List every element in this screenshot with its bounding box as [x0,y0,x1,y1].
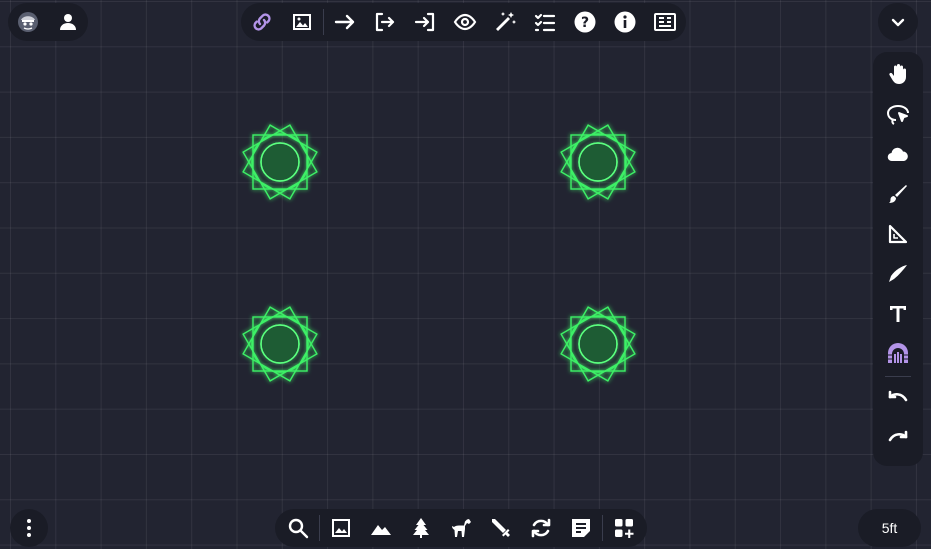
image-icon[interactable] [282,3,322,41]
chevron-down-icon[interactable] [878,2,918,42]
terrain-icon[interactable] [361,509,401,547]
divider [319,515,320,541]
brush-icon[interactable] [873,174,923,214]
search-icon[interactable] [278,509,318,547]
arrow-right-icon[interactable] [325,3,365,41]
settings-menu [10,509,48,547]
wall-door-icon[interactable] [873,334,923,374]
grid-scale-label: 5ft [881,520,898,536]
magic-wand-icon[interactable] [485,3,525,41]
divider [323,9,324,35]
redo-icon[interactable] [873,419,923,459]
text-icon[interactable] [873,294,923,334]
add-widget-icon[interactable] [604,509,644,547]
token-1[interactable] [243,125,317,199]
fog-cloud-icon[interactable] [873,134,923,174]
divider [602,515,603,541]
ruler-icon[interactable] [873,214,923,254]
exit-arrow-icon[interactable] [365,3,405,41]
refresh-icon[interactable] [521,509,561,547]
info-icon[interactable] [605,3,645,41]
checklist-icon[interactable] [525,3,565,41]
enter-arrow-icon[interactable] [405,3,445,41]
more-vertical-icon[interactable] [10,509,48,547]
horse-icon[interactable] [441,509,481,547]
asset-toolbar [275,509,647,547]
map-canvas[interactable] [0,0,931,549]
link-icon[interactable] [242,3,282,41]
grid-scale-button[interactable]: 5ft [858,509,921,547]
top-toolbar: ? [241,3,686,41]
notes-icon[interactable] [645,3,685,41]
svg-text:?: ? [581,15,589,31]
player-icon[interactable] [48,3,88,41]
token-4[interactable] [561,307,635,381]
hand-icon[interactable] [873,54,923,94]
sword-icon[interactable] [481,509,521,547]
pointer-icon[interactable] [873,254,923,294]
image-icon[interactable] [321,509,361,547]
divider [885,376,911,377]
player-toolbar [8,3,88,41]
collapse-menu [878,3,918,41]
gm-avatar-icon[interactable] [8,3,48,41]
help-icon[interactable]: ? [565,3,605,41]
note-icon[interactable] [561,509,601,547]
tree-icon[interactable] [401,509,441,547]
eye-icon[interactable] [445,3,485,41]
token-3[interactable] [243,307,317,381]
lasso-select-icon[interactable] [873,94,923,134]
token-2[interactable] [561,125,635,199]
undo-icon[interactable] [873,379,923,419]
tool-sidebar [873,52,923,466]
